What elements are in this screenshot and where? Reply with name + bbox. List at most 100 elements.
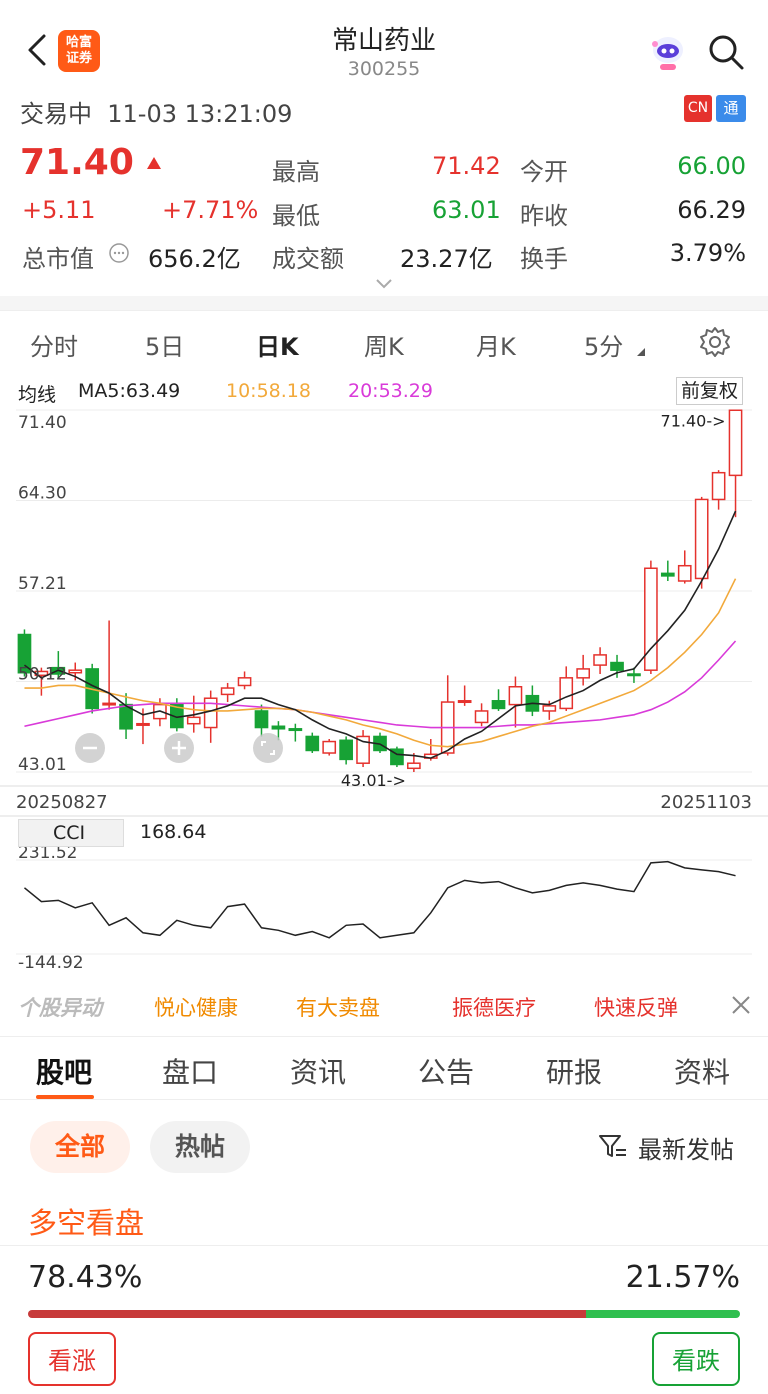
- zoom-out-icon[interactable]: [74, 732, 106, 764]
- candle-body: [186, 716, 201, 725]
- candle-body: [271, 725, 286, 730]
- stock-alerts-logo: 个股异动: [18, 996, 102, 1020]
- candle-body: [542, 705, 557, 712]
- price-tick-labels: 71.40 64.30 57.21 50.12 43.01 20250827 2025110…: [16, 411, 752, 813]
- close-icon[interactable]: [730, 994, 752, 1016]
- cn-badge[interactable]: CN: [684, 95, 712, 122]
- end-date-label: 20251103: [660, 792, 752, 813]
- candle-body: [237, 677, 252, 687]
- filter-all-button[interactable]: 全部: [30, 1121, 130, 1173]
- tab-news[interactable]: 资讯: [290, 1051, 346, 1091]
- high-value: 71.42: [432, 152, 501, 180]
- bear-percentage: 21.57%: [625, 1260, 740, 1295]
- sort-latest-button[interactable]: 最新发帖: [638, 1130, 734, 1165]
- candle-body: [627, 673, 641, 677]
- low-value: 63.01: [432, 196, 501, 224]
- tab-5min[interactable]: 5分: [584, 327, 623, 362]
- candle-body: [677, 564, 692, 582]
- filter-hot-button[interactable]: 热帖: [150, 1121, 250, 1173]
- alert-item[interactable]: 振德医疗: [452, 992, 536, 1022]
- tab-5day[interactable]: 5日: [145, 327, 184, 362]
- ai-assistant-robot-icon[interactable]: [646, 30, 690, 74]
- tab-forum[interactable]: 股吧: [36, 1051, 92, 1091]
- candle-body: [102, 702, 116, 706]
- candle-body: [559, 677, 574, 710]
- tab-order-book[interactable]: 盘口: [162, 1051, 218, 1091]
- candle-body: [457, 700, 472, 704]
- filter-funnel-icon[interactable]: [598, 1133, 628, 1161]
- candle-body: [728, 409, 743, 477]
- alert-item[interactable]: 快速反弹: [594, 992, 678, 1022]
- candle-body: [220, 687, 235, 696]
- candle-body: [508, 686, 523, 706]
- kline-chart[interactable]: 71.40 64.30 57.21 50.12 43.01 20250827 2025110…: [0, 372, 768, 978]
- more-info-icon[interactable]: [108, 242, 130, 264]
- last-price: 71.40: [20, 142, 134, 183]
- candle-body: [288, 728, 303, 732]
- tab-profile[interactable]: 资料: [674, 1051, 730, 1091]
- candle-body: [610, 661, 624, 671]
- search-icon[interactable]: [704, 30, 748, 74]
- min-price-label: 43.01->: [341, 771, 406, 790]
- candle-body: [491, 700, 506, 710]
- candle-body: [254, 710, 269, 729]
- tab-intraday[interactable]: 分时: [30, 327, 78, 362]
- tab-announcements[interactable]: 公告: [418, 1051, 474, 1091]
- top-header: 哈富 证券 常山药业 300255: [0, 0, 768, 90]
- open-value: 66.00: [677, 152, 746, 180]
- bull-bear-heading: 多空看盘: [28, 1206, 145, 1240]
- price-tick-label: 71.40: [18, 413, 67, 433]
- price-change: +5.11: [22, 196, 96, 224]
- price-up-arrow-icon: [147, 157, 161, 169]
- candle-body: [694, 498, 709, 580]
- vote-bear-button[interactable]: 看跌: [652, 1332, 740, 1386]
- expand-chevron-down-icon[interactable]: [374, 278, 394, 290]
- tong-badge[interactable]: 通: [716, 95, 746, 122]
- candle-body: [711, 471, 726, 501]
- cci-line: [23, 860, 736, 939]
- tab-weekly-k[interactable]: 周K: [364, 327, 404, 362]
- bull-ratio-fill: [28, 1310, 587, 1318]
- low-label: 最低: [272, 202, 320, 230]
- settings-gear-icon[interactable]: [698, 325, 732, 359]
- open-label: 今开: [520, 158, 568, 186]
- turnover-amount-label: 成交额: [272, 245, 344, 273]
- max-price-label: 71.40->: [661, 411, 726, 430]
- bear-ratio-fill: [586, 1310, 740, 1318]
- candle-body: [339, 739, 353, 761]
- fullscreen-icon[interactable]: [252, 732, 284, 764]
- turnover-amount-value: 23.27亿: [400, 245, 493, 273]
- zoom-in-icon[interactable]: [163, 732, 195, 764]
- candle-body: [576, 668, 591, 679]
- kline-period-tabs: 分时 5日 日K 周K 月K 5分: [0, 310, 768, 372]
- price-change-pct: +7.71%: [162, 196, 259, 224]
- cci-value: 168.64: [140, 821, 207, 843]
- candle-body: [322, 740, 337, 754]
- price-tick-label: 64.30: [18, 484, 67, 504]
- alert-item[interactable]: 悦心健康: [154, 992, 238, 1022]
- stock-alerts-strip: 个股异动 悦心健康 有大卖盘 振德医疗 快速反弹: [0, 978, 768, 1034]
- candle-body: [474, 710, 489, 724]
- candle-body: [660, 572, 675, 577]
- candle-body: [68, 669, 83, 674]
- tab-monthly-k[interactable]: 月K: [476, 327, 516, 362]
- alert-item[interactable]: 有大卖盘: [296, 992, 380, 1022]
- vote-bull-button[interactable]: 看涨: [28, 1332, 116, 1386]
- market-cap-label: 总市值: [22, 245, 94, 273]
- price-tick-label: 43.01: [18, 755, 67, 775]
- tab-research[interactable]: 研报: [546, 1051, 602, 1091]
- candle-body: [305, 735, 320, 752]
- active-tab-indicator: [36, 1095, 94, 1099]
- cci-bottom-tick: -144.92: [18, 953, 84, 973]
- tab-daily-k[interactable]: 日K: [256, 327, 299, 362]
- prev-close-value: 66.29: [677, 196, 746, 224]
- price-tick-label: 57.21: [18, 574, 67, 594]
- high-label: 最高: [272, 158, 320, 186]
- candle-body: [136, 722, 150, 726]
- market-cap-value: 656.2亿: [148, 245, 241, 273]
- divider: [0, 1245, 768, 1246]
- cci-indicator-button[interactable]: CCI: [18, 819, 124, 847]
- turnover-rate-value: 3.79%: [669, 239, 746, 267]
- price-tick-label: 50.12: [18, 665, 67, 685]
- start-date-label: 20250827: [16, 792, 108, 813]
